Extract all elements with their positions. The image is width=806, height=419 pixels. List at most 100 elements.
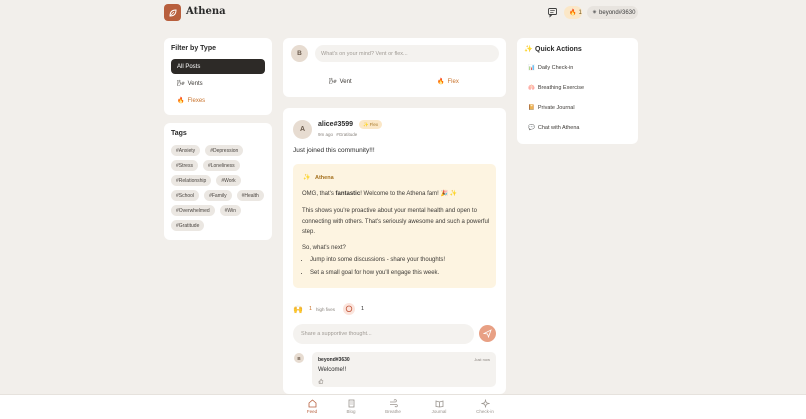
filter-card: Filter by Type All Posts 🌬 Vents 🔥 Flexe… — [164, 38, 272, 115]
tag-chip[interactable]: #Win — [219, 205, 242, 216]
send-button[interactable] — [479, 325, 496, 342]
chat-bubble-icon[interactable] — [547, 7, 558, 18]
flame-icon: 🔥 — [437, 79, 445, 85]
sparkle-icon — [480, 399, 490, 408]
home-icon — [308, 399, 316, 408]
comments-count: 1 — [361, 306, 365, 312]
quick-actions-card: ✨ Quick Actions 📊 Daily Check-in 🫁 Breat… — [517, 38, 638, 144]
tag-chip[interactable]: #Loneliness — [202, 160, 240, 171]
post-username[interactable]: alice#3599 — [318, 121, 353, 128]
ai-text-part: ! Welcome to the Athena fam! 🎉 ✨ — [360, 191, 458, 197]
comment-icon — [345, 305, 353, 312]
send-icon — [483, 329, 492, 338]
avatar: A — [293, 120, 312, 139]
nav-label: Feed — [306, 409, 318, 414]
flame-icon: 🔥 — [569, 10, 577, 16]
flame-count: 1 — [578, 9, 582, 16]
ai-paragraph-1: OMG, that's fantastic! Welcome to the At… — [302, 189, 492, 200]
post-body: Just joined this community!!! — [293, 147, 375, 154]
flame-icon: 🔥 — [177, 98, 185, 104]
tag-chip[interactable]: #Family — [204, 190, 232, 201]
composer-card: B What's on your mind? Vent or flex... 🌬… — [283, 38, 506, 97]
comment-button[interactable] — [343, 303, 356, 315]
tag-chip[interactable]: #Work — [216, 175, 241, 186]
comment-time: Just now — [474, 357, 490, 362]
post-time: 9m ago — [318, 132, 334, 137]
post-type-badge: ✨ Flex — [359, 120, 383, 129]
post-tag[interactable]: #Gratitude — [336, 132, 357, 137]
filter-vents[interactable]: 🌬 Vents — [171, 76, 265, 91]
tag-chip[interactable]: #Overwhelmed — [171, 205, 215, 216]
comment-box: beyond#3630 Just now Welcome!! — [312, 352, 496, 387]
high-fives-label: high fives — [316, 306, 336, 312]
post-card: A alice#3599 ✨ Flex 9m ago #Gratitude Ju… — [283, 108, 506, 394]
ai-bullet: Jump into some discussions - share your … — [310, 254, 490, 267]
flex-button[interactable]: 🔥 Flex — [437, 78, 459, 86]
username: beyond#3630 — [599, 9, 636, 16]
ai-bullets: Jump into some discussions - share your … — [310, 254, 490, 280]
flex-label: Flex — [447, 78, 459, 85]
tag-chip[interactable]: #Stress — [171, 160, 198, 171]
high-five-icon[interactable]: 🙌 — [293, 305, 303, 314]
nav-blog[interactable]: Blog — [336, 399, 366, 414]
sparkle-icon: ✨ — [303, 175, 311, 181]
high-fives-count: 1 — [308, 306, 313, 312]
ai-response-box: ✨ Athena OMG, that's fantastic! Welcome … — [293, 164, 496, 288]
composer-input[interactable]: What's on your mind? Vent or flex... — [315, 45, 499, 62]
leaf-icon — [168, 8, 177, 17]
tag-chip[interactable]: #Health — [236, 190, 264, 201]
vent-button[interactable]: 🌬 Vent — [329, 78, 352, 86]
ai-text-bold: fantastic — [335, 191, 361, 197]
tag-chip[interactable]: #School — [171, 190, 200, 201]
nav-journal[interactable]: Journal — [424, 399, 454, 414]
tag-chip[interactable]: #Gratitude — [171, 220, 205, 231]
nav-breathe[interactable]: Breathe — [378, 399, 408, 414]
tag-chip[interactable]: #Depression — [205, 145, 244, 156]
user-badge[interactable]: ✷ beyond#3630 — [587, 6, 638, 19]
filter-all-posts[interactable]: All Posts — [171, 59, 265, 74]
ai-paragraph-3: So, what's next? — [302, 245, 346, 251]
nav-label: Breathe — [385, 409, 401, 414]
chart-icon: 📊 — [528, 65, 535, 71]
brand-name: Athena — [186, 6, 226, 17]
quick-action-daily-check-in[interactable]: 📊 Daily Check-in — [528, 65, 573, 71]
flame-streak-badge[interactable]: 🔥 1 — [564, 6, 582, 19]
ai-name: Athena — [315, 175, 334, 181]
quick-action-label: Private Journal — [537, 105, 575, 111]
nav-feed[interactable]: Feed — [297, 399, 327, 414]
vent-icon: 🌬 — [329, 79, 337, 85]
nav-label: Check-in — [476, 409, 494, 414]
filter-label: Flexes — [187, 97, 206, 104]
lungs-icon: 🫁 — [528, 85, 535, 91]
vent-label: Vent — [339, 78, 352, 85]
quick-action-private-journal[interactable]: 📔 Private Journal — [528, 105, 575, 111]
nav-label: Blog — [346, 409, 356, 414]
app-header: Athena 🔥 1 ✷ beyond#3630 — [0, 0, 806, 26]
filter-flexes[interactable]: 🔥 Flexes — [171, 93, 265, 108]
quick-action-breathing-exercise[interactable]: 🫁 Breathing Exercise — [528, 85, 584, 91]
comment-avatar: B — [294, 353, 304, 363]
tag-chip[interactable]: #Anxiety — [171, 145, 201, 156]
journal-icon: 📔 — [528, 105, 535, 111]
book-icon — [435, 400, 443, 408]
filter-title: Filter by Type — [171, 45, 216, 52]
speech-bubble-icon: 💬 — [528, 125, 535, 131]
quick-action-chat-with-athena[interactable]: 💬 Chat with Athena — [528, 125, 579, 131]
avatar: B — [291, 45, 308, 62]
quick-action-label: Chat with Athena — [537, 125, 580, 131]
ai-paragraph-2: This shows you're proactive about your m… — [302, 208, 490, 235]
nav-check-in[interactable]: Check-in — [470, 399, 500, 414]
comment-username: beyond#3630 — [318, 357, 350, 363]
badge-label: Flex — [369, 122, 379, 127]
athena-logo[interactable] — [164, 4, 181, 21]
document-icon — [348, 399, 354, 408]
reaction-row: 🙌 1 high fives 1 — [293, 303, 364, 315]
nav-label: Journal — [431, 409, 447, 414]
reply-input[interactable]: Share a supportive thought... — [293, 324, 474, 344]
tag-chip[interactable]: #Relationship — [171, 175, 212, 186]
star-icon: ✷ — [592, 10, 598, 16]
tags-title: Tags — [171, 130, 187, 137]
ai-bullet: Set a small goal for how you'll engage t… — [310, 267, 490, 280]
thumbs-up-icon[interactable] — [318, 378, 324, 384]
vent-icon: 🌬 — [177, 81, 185, 87]
